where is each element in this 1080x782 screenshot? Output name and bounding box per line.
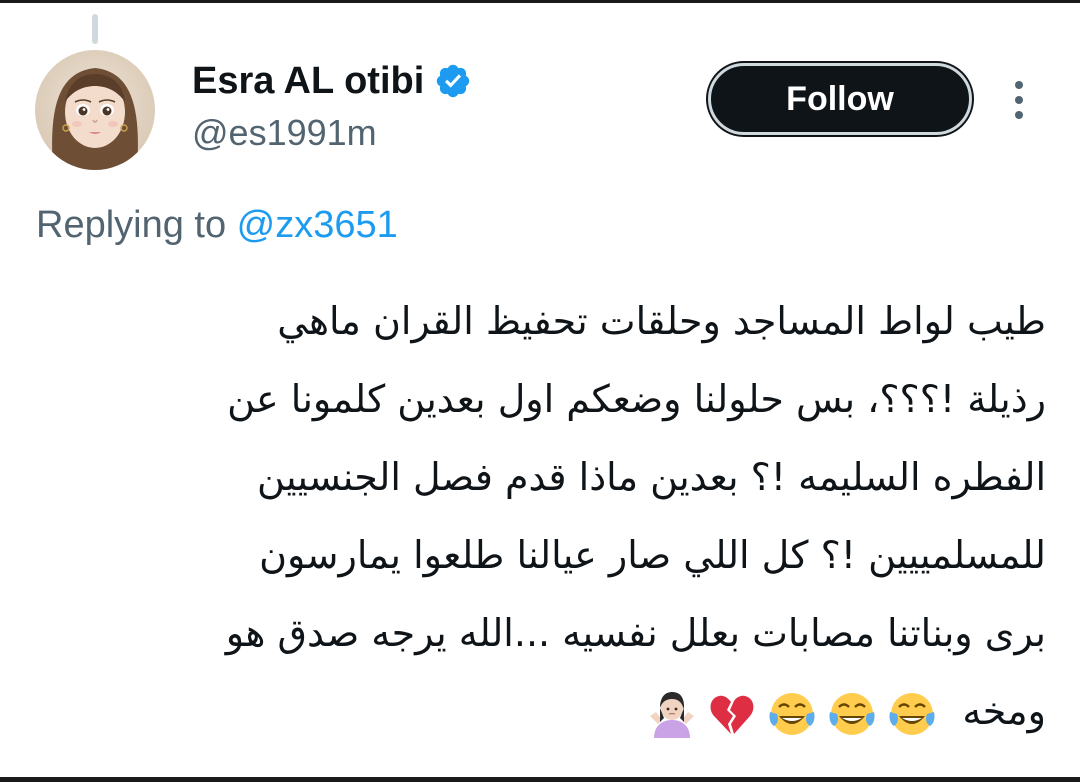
tweet-line-last-text: ومخه — [962, 689, 1046, 733]
thread-connector-line — [92, 14, 98, 44]
tweet-line-last: ومخه — [30, 672, 1046, 750]
author-name-row: Esra AL otibi — [192, 58, 472, 104]
verified-badge-icon[interactable] — [434, 62, 472, 100]
tweet-text: طيب لواط المساجد وحلقات تحفيظ القران ماه… — [30, 282, 1046, 750]
face-with-tears-of-joy-icon — [769, 692, 815, 735]
replying-to-line: Replying to @zx3651 — [36, 204, 398, 247]
broken-heart-icon — [710, 695, 754, 734]
author-display-name[interactable]: Esra AL otibi — [192, 60, 424, 103]
face-with-tears-of-joy-icon — [889, 692, 935, 735]
avatar[interactable] — [35, 50, 155, 170]
tweet-line: الفطره السليمه !؟ بعدين ماذا قدم فصل الج… — [257, 455, 1046, 499]
follow-button[interactable]: Follow — [708, 63, 972, 135]
top-border — [0, 0, 1080, 3]
emoji-row — [646, 688, 938, 740]
replying-to-label: Replying to — [36, 204, 237, 246]
tweet-line: طيب لواط المساجد وحلقات تحفيظ القران ماه… — [277, 299, 1046, 343]
avatar-image — [35, 50, 155, 170]
author-handle[interactable]: @es1991m — [192, 112, 377, 154]
tweet-line: للمسلمييين !؟ كل اللي صار عيالنا طلعوا ي… — [259, 533, 1046, 577]
reply-mention-link[interactable]: @zx3651 — [237, 204, 398, 246]
tweet-line: برى وبناتنا مصابات بعلل نفسيه ...الله ير… — [225, 611, 1046, 655]
person-shrugging-icon — [650, 691, 695, 738]
bottom-border — [0, 777, 1080, 782]
tweet-line: رذيلة !؟؟؟، بس حلولنا وضعكم اول بعدين كل… — [227, 377, 1046, 421]
more-options-icon[interactable] — [1004, 78, 1034, 122]
face-with-tears-of-joy-icon — [829, 692, 875, 735]
